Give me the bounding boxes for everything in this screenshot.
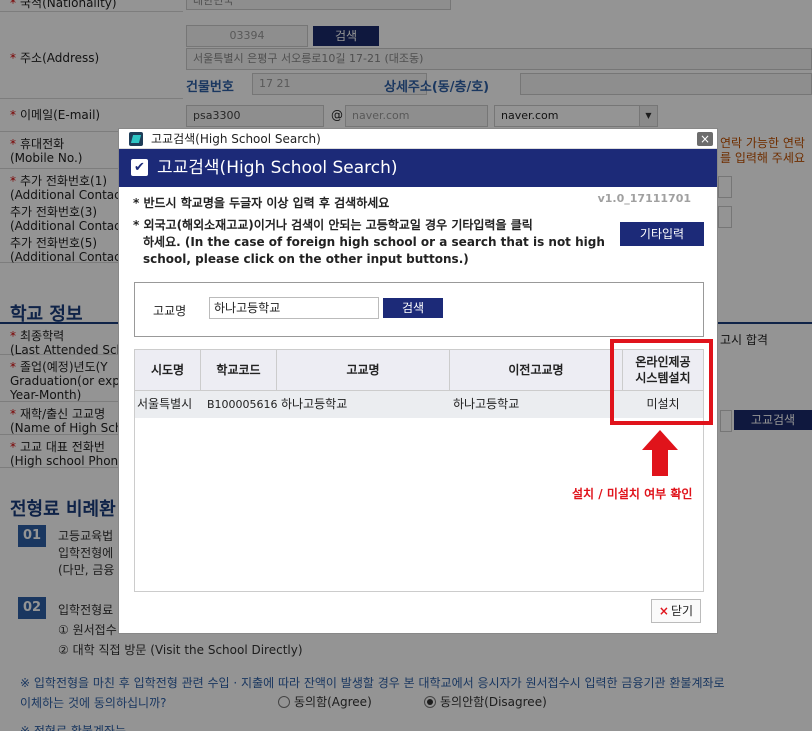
dialog-window-title: 고교검색(High School Search) [151, 132, 321, 146]
dialog-header: ✔ 고교검색(High School Search) [119, 149, 717, 187]
column-header-code: 학교코드 [201, 350, 277, 391]
checkbox-icon: ✔ [131, 159, 148, 176]
other-input-button[interactable]: 기타입력 [620, 222, 704, 246]
dialog-titlebar: 고교검색(High School Search) × [119, 129, 717, 149]
column-header-prev-name: 이전고교명 [450, 350, 623, 391]
install-status-highlight [610, 339, 713, 425]
instruction-note-2: * 외국고(해외소재고교)이거나 검색이 안되는 고등학교일 경우 기타입력을 … [133, 218, 605, 266]
dialog-header-title: 고교검색(High School Search) [157, 158, 398, 178]
close-button[interactable]: × 닫기 [651, 599, 701, 623]
column-header-name: 고교명 [277, 350, 450, 391]
close-x-icon: × [658, 604, 669, 618]
school-name-search-label: 고교명 [153, 304, 187, 318]
school-name-search-input[interactable]: 하나고등학교 [209, 297, 379, 319]
cell-code: B100005616 [201, 391, 278, 418]
arrow-up-icon [642, 430, 678, 476]
cell-prev-name: 하나고등학교 [450, 391, 623, 418]
version-label: v1.0_17111701 [597, 192, 691, 205]
instruction-note-1: * 반드시 학교명을 두글자 이상 입력 후 검색하세요 [133, 196, 390, 210]
search-button[interactable]: 검색 [383, 298, 443, 318]
column-header-region: 시도명 [135, 350, 201, 391]
cell-name: 하나고등학교 [277, 391, 450, 418]
annotation-text: 설치 / 미설치 여부 확인 [572, 487, 693, 501]
cell-region: 서울특별시 [135, 391, 201, 418]
app-icon [129, 132, 143, 146]
close-icon[interactable]: × [697, 132, 713, 146]
search-panel: 고교명 하나고등학교 검색 [134, 282, 704, 337]
